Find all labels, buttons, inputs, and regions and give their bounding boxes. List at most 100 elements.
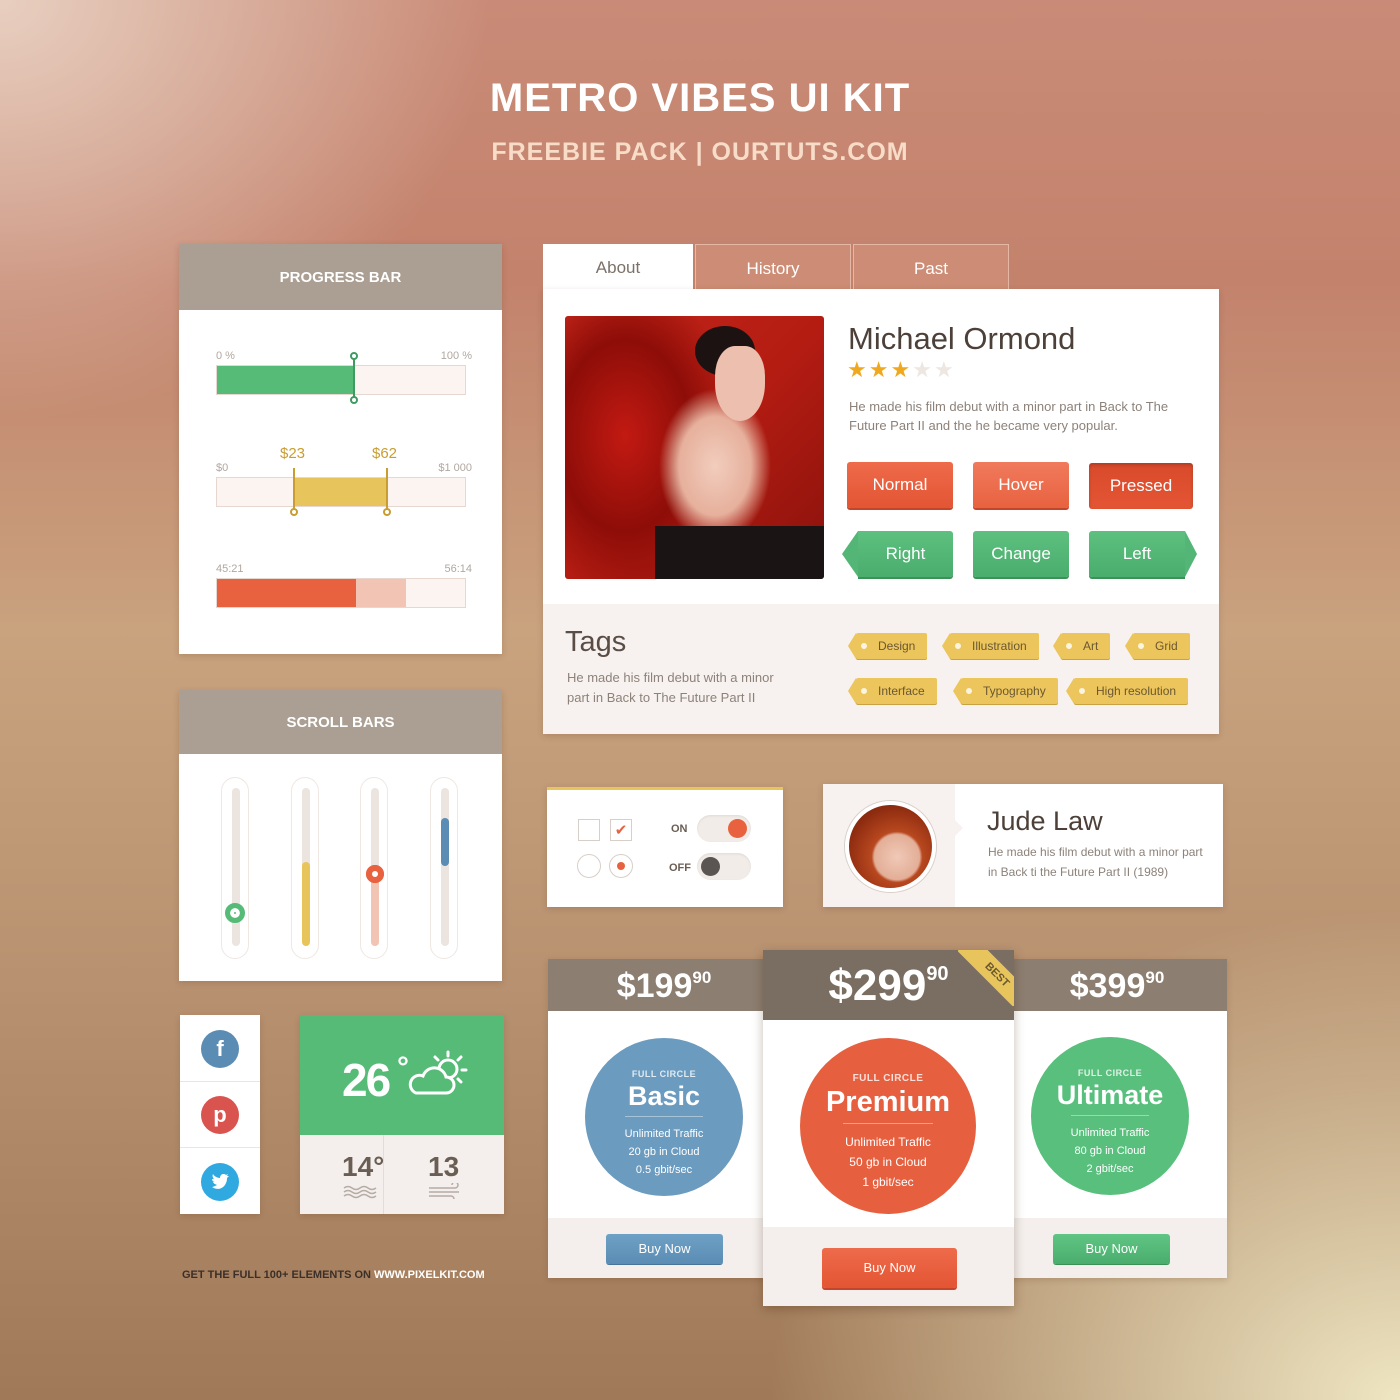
toggle-on-label: ON [671,823,688,835]
pricing-ultimate-label: FULL CIRCLE [1077,1068,1143,1078]
progress-fill [217,366,355,394]
pricing-basic-buy-button[interactable]: Buy Now [606,1234,723,1264]
pricing-premium: $29990 BEST FULL CIRCLE Premium Unlimite… [763,950,1014,1306]
scrollbar-green[interactable] [221,777,249,959]
range-low-handle[interactable] [290,468,298,516]
pricing-ultimate-buy-button[interactable]: Buy Now [1053,1234,1170,1264]
pricing-basic-label: FULL CIRCLE [631,1069,697,1079]
weather-temperature: 26 [342,1054,391,1106]
pricing-premium-circle: FULL CIRCLE Premium Unlimited Traffic 50… [800,1038,976,1214]
star-empty-icon[interactable]: ★ [912,357,932,382]
footer-link[interactable]: WWW.PIXELKIT.COM [374,1269,485,1281]
tags-section: Tags He made his film debut with a minor… [543,604,1219,734]
waves-icon [343,1185,379,1204]
left-button[interactable]: Left [1089,531,1185,577]
tag-high-resolution[interactable]: High resolution [1065,678,1189,704]
change-button[interactable]: Change [973,531,1069,577]
hover-button[interactable]: Hover [973,462,1069,508]
pressed-button[interactable]: Pressed [1089,463,1193,509]
range-track[interactable] [216,477,466,507]
pricing-ultimate: $39990 FULL CIRCLE Ultimate Unlimited Tr… [995,959,1227,1278]
tag-label: Grid [1155,639,1178,653]
scrollbar-orange-thumb[interactable] [366,865,384,883]
pricing-premium-price: $299 [828,961,927,1010]
scrollbar-blue-thumb[interactable] [441,818,449,866]
tab-about[interactable]: About [543,244,693,294]
tag-label: Illustration [972,639,1027,653]
pricing-ultimate-header: $39990 [995,959,1227,1011]
tag-design[interactable]: Design [847,633,928,659]
right-button[interactable]: Right [858,531,953,577]
radio-checked[interactable] [609,854,633,878]
social-panel: f p [180,1015,260,1214]
twitter-icon[interactable] [201,1163,239,1201]
star-filled-icon[interactable]: ★ [869,357,889,382]
person-name: Jude Law [987,806,1103,836]
facebook-icon[interactable]: f [201,1030,239,1068]
pricing-ultimate-price: $399 [1069,967,1146,1005]
tag-typography[interactable]: Typography [953,678,1058,704]
profile-bio: He made his film debut with a minor part… [849,399,1169,433]
pricing-basic-circle: FULL CIRCLE Basic Unlimited Traffic 20 g… [585,1038,743,1196]
pricing-basic-feature: 0.5 gbit/sec [635,1164,693,1176]
tag-art[interactable]: Art [1052,633,1111,659]
tag-grid[interactable]: Grid [1125,633,1190,659]
scroll-bars-title: SCROLL BARS [179,690,502,754]
tag-interface[interactable]: Interface [848,678,937,704]
star-filled-icon[interactable]: ★ [890,357,910,382]
radio-unchecked[interactable] [577,854,601,878]
pricing-basic-cents: 90 [692,968,712,987]
tag-label: Typography [983,684,1046,698]
page-title: METRO VIBES UI KIT [489,76,911,120]
page-subtitle: FREEBIE PACK | OURTUTS.COM [491,138,909,166]
scrollbar-yellow-fill[interactable] [302,862,310,946]
partly-cloudy-icon [408,1049,472,1104]
star-filled-icon[interactable]: ★ [847,357,867,382]
pricing-premium-label: FULL CIRCLE [852,1073,924,1084]
pricing-basic-feature: Unlimited Traffic [624,1128,704,1140]
scrollbar-yellow[interactable] [291,777,319,959]
normal-button[interactable]: Normal [847,462,953,508]
checkbox-unchecked[interactable] [578,819,600,841]
scroll-bars-panel: SCROLL BARS [179,690,502,981]
tags-text: He made his film debut with a minor part… [567,670,774,705]
pricing-premium-cents: 90 [926,963,949,985]
progress-track[interactable] [216,365,466,395]
profile-rating: ★★★★★ [847,359,956,382]
pricing-basic-name: Basic [627,1081,701,1111]
profile-photo [565,316,824,579]
toggle-off[interactable] [697,853,751,880]
pricing-premium-buy-button[interactable]: Buy Now [822,1248,957,1288]
scrollbar-green-thumb[interactable] [225,903,245,923]
pricing-basic-header: $19990 [548,959,780,1011]
progress-handle[interactable] [350,352,358,404]
media-start-time: 45:21 [216,563,244,575]
controls-card: ✔ ON OFF [547,787,783,907]
weather-wind: 13 [428,1151,460,1182]
progress-bar-title: PROGRESS BAR [179,244,502,310]
best-badge: BEST [958,950,1014,1006]
pricing-ultimate-feature: 80 gb in Cloud [1074,1145,1146,1157]
range-max-label: $1 000 [438,462,472,474]
weather-widget: 26 ° 14° 13 [300,1015,504,1214]
checkbox-checked[interactable]: ✔ [610,819,632,841]
scrollbar-blue[interactable] [430,777,458,959]
person-card: Jude Law He made his film debut with a m… [823,784,1223,907]
range-high-handle[interactable] [383,468,391,516]
pinterest-icon[interactable]: p [201,1096,239,1134]
media-end-time: 56:14 [444,563,472,575]
scrollbar-orange[interactable] [360,777,388,959]
right-button-arrow[interactable] [842,531,858,577]
star-empty-icon[interactable]: ★ [934,357,954,382]
left-button-arrow[interactable] [1185,531,1197,577]
tag-illustration[interactable]: Illustration [942,633,1039,659]
toggle-on[interactable] [697,815,751,842]
range-high-value: $62 [372,445,398,462]
media-track[interactable] [216,578,466,608]
tab-past[interactable]: Past [853,244,1009,290]
weather-low-temp: 14° [342,1151,385,1182]
range-low-value: $23 [280,445,306,462]
tab-history[interactable]: History [695,244,851,290]
pricing-premium-feature: 50 gb in Cloud [849,1155,927,1169]
pricing-basic: $19990 FULL CIRCLE Basic Unlimited Traff… [548,959,780,1278]
